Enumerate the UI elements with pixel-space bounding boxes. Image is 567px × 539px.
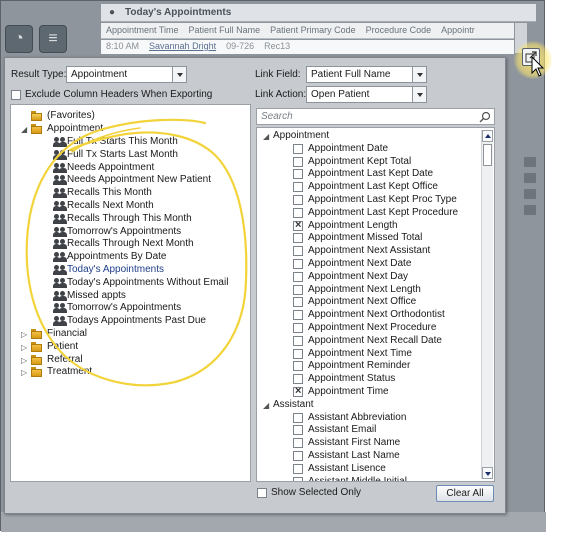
people-icon (53, 201, 67, 211)
field-checkbox[interactable] (293, 284, 303, 295)
field-checkbox[interactable] (293, 374, 303, 385)
show-selected-only-checkbox[interactable] (257, 488, 267, 498)
field-checkbox[interactable] (293, 335, 303, 346)
link-action-select[interactable]: Open Patient (306, 86, 427, 103)
field-checkbox[interactable] (293, 323, 303, 333)
table-cell: Rec13 (264, 41, 291, 51)
field-list-scrollbar[interactable] (481, 130, 493, 479)
link-field-select[interactable]: Patient Full Name (306, 66, 427, 83)
field-checkbox[interactable] (293, 246, 303, 257)
query-tree[interactable]: (Favorites) ◢ Appointment Full Tx Starts… (10, 104, 251, 482)
field-checkbox[interactable] (293, 476, 303, 481)
column-header[interactable]: Procedure Code (361, 23, 437, 37)
field-checkbox[interactable] (293, 219, 303, 231)
people-icon (53, 277, 67, 288)
exclude-headers-checkbox[interactable] (11, 90, 21, 100)
folder-icon (31, 341, 42, 352)
field-checkbox[interactable] (293, 463, 303, 474)
field-checkbox[interactable] (293, 271, 303, 282)
people-icon (53, 149, 67, 160)
column-header[interactable]: Patient Primary Code (265, 23, 361, 37)
table-cell: 8:10 AM (106, 41, 140, 51)
field-checkbox[interactable] (293, 207, 303, 218)
chevron-down-icon[interactable] (172, 67, 186, 82)
mouse-cursor-icon (531, 56, 545, 77)
people-icon (53, 316, 67, 327)
field-checkbox[interactable] (293, 361, 303, 372)
background-side-icons (521, 151, 539, 261)
background-title-bar: ● Today's Appointments (101, 4, 536, 22)
field-checkbox[interactable] (293, 438, 303, 449)
people-icon (53, 175, 67, 186)
column-header[interactable]: Appointment Time (101, 23, 184, 37)
field-search-input[interactable]: Search (256, 108, 495, 125)
query-options-dialog: Result Type: Appointment Exclude Column … (4, 57, 506, 514)
chevron-down-icon[interactable] (412, 87, 426, 102)
background-chart-button[interactable]: ◔ (5, 25, 33, 53)
show-selected-only-label: Show Selected Only (271, 487, 362, 498)
chevron-down-icon[interactable] (412, 67, 426, 82)
people-icon (53, 162, 67, 173)
people-icon (53, 137, 67, 147)
background-status-area (1, 512, 546, 532)
folder-icon (31, 329, 42, 339)
field-checkbox[interactable] (293, 297, 303, 308)
scroll-down-icon[interactable] (482, 467, 493, 479)
background-list-button[interactable]: ≡ (39, 25, 67, 53)
field-checkbox[interactable] (293, 182, 303, 193)
link-field-label: Link Field: (255, 69, 301, 80)
clear-all-button[interactable]: Clear All (436, 485, 494, 502)
collapse-arrow-icon[interactable]: ◢ (263, 401, 269, 410)
column-header[interactable]: Patient Full Name (184, 23, 266, 37)
field-checkbox[interactable] (293, 156, 303, 167)
people-icon (53, 303, 67, 314)
background-title: Today's Appointments (125, 7, 232, 18)
result-type-label: Result Type: (11, 69, 67, 80)
background-column-headers: Appointment Time Patient Full Name Patient… (101, 23, 514, 39)
field-checkbox[interactable] (293, 233, 303, 244)
scroll-thumb[interactable] (483, 144, 492, 166)
field-checkbox[interactable] (293, 259, 303, 269)
people-icon (53, 252, 67, 263)
search-icon[interactable] (479, 111, 491, 123)
people-icon (53, 188, 67, 199)
field-checkbox[interactable] (293, 348, 303, 359)
folder-icon (31, 111, 42, 121)
people-icon (53, 226, 67, 237)
field-checkbox[interactable] (293, 385, 303, 397)
expand-arrow-icon[interactable]: ▷ (21, 330, 27, 339)
folder-icon (31, 367, 42, 378)
field-checkbox[interactable] (293, 425, 303, 436)
exclude-headers-label: Exclude Column Headers When Exporting (25, 89, 213, 100)
people-icon (53, 290, 67, 301)
folder-icon (31, 354, 42, 365)
column-header[interactable]: Appointr (436, 23, 480, 37)
background-toolbar: ◔ ≡ (3, 23, 73, 57)
expand-arrow-icon[interactable]: ▷ (21, 368, 27, 377)
field-checkbox[interactable] (293, 143, 303, 154)
table-cell: 09-726 (226, 41, 255, 51)
scroll-up-icon[interactable] (482, 130, 493, 142)
field-list[interactable]: ◢ Appointment Appointment Date Appointment … (256, 127, 495, 482)
patient-link[interactable]: Savannah Dright (144, 40, 221, 52)
collapse-arrow-icon[interactable]: ◢ (263, 132, 269, 141)
field-checkbox[interactable] (293, 195, 303, 205)
expand-arrow-icon[interactable]: ▷ (21, 343, 27, 352)
field-checkbox[interactable] (293, 169, 303, 180)
expand-arrow-icon[interactable]: ▷ (21, 356, 27, 365)
field-checkbox[interactable] (293, 412, 303, 423)
background-table-row[interactable]: 8:10 AM Savannah Dright 09-726 Rec13 (101, 40, 514, 54)
link-action-label: Link Action: (255, 89, 307, 100)
people-icon (53, 265, 67, 275)
field-checkbox[interactable] (293, 310, 303, 321)
result-type-select[interactable]: Appointment (66, 66, 187, 83)
field-checkbox[interactable] (293, 451, 303, 461)
collapse-arrow-icon[interactable]: ◢ (21, 125, 27, 134)
people-icon: ● (109, 7, 116, 18)
people-icon (53, 239, 67, 250)
folder-icon (31, 124, 42, 134)
people-icon (53, 213, 67, 224)
